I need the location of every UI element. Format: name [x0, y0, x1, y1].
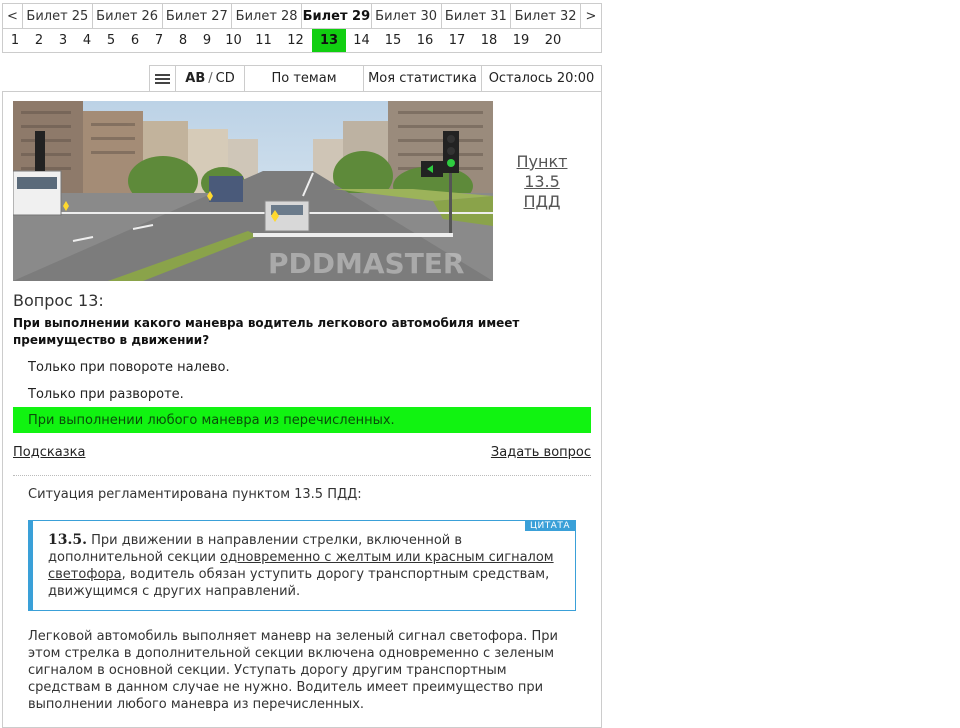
question-number[interactable]: 7	[147, 29, 171, 52]
ticket-tab[interactable]: Билет 28	[232, 4, 302, 28]
ticket-tab[interactable]: Билет 31	[442, 4, 512, 28]
ticket-tab[interactable]: Билет 27	[163, 4, 233, 28]
ticket-tab[interactable]: Билет 25	[23, 4, 93, 28]
question-number[interactable]: 17	[441, 29, 473, 52]
category-separator: /	[208, 71, 213, 86]
hamburger-icon	[155, 72, 170, 86]
ask-question-link[interactable]: Задать вопрос	[491, 445, 591, 460]
question-number[interactable]: 9	[195, 29, 219, 52]
rule-quote: ЦИТАТА 13.5. При движении в направлении …	[28, 520, 576, 611]
next-ticket-button[interactable]: >	[581, 4, 601, 28]
toolbar: AB / CD По темам Моя статистика Осталось…	[149, 65, 602, 92]
rule-link-line[interactable]: 13.5	[503, 172, 581, 192]
quote-number: 13.5.	[48, 532, 87, 548]
rule-link-line[interactable]: ПДД	[503, 192, 581, 212]
menu-button[interactable]	[150, 66, 176, 91]
question-number[interactable]: 2	[27, 29, 51, 52]
question-number[interactable]: 10	[219, 29, 248, 52]
question-number[interactable]: 11	[248, 29, 279, 52]
question-number-current[interactable]: 13	[312, 29, 346, 52]
question-number[interactable]: 15	[377, 29, 409, 52]
answer-option[interactable]: Только при повороте налево.	[13, 354, 591, 380]
time-left: Осталось 20:00	[488, 71, 595, 86]
category-cd[interactable]: CD	[216, 71, 235, 86]
prev-ticket-button[interactable]: <	[3, 4, 23, 28]
image-watermark: PDDMASTER	[268, 247, 465, 280]
answer-option-correct[interactable]: При выполнении любого маневра из перечис…	[13, 407, 591, 433]
question-number[interactable]: 8	[171, 29, 195, 52]
statistics-button[interactable]: Моя статистика	[364, 66, 482, 91]
explanation-body: Легковой автомобиль выполняет маневр на …	[28, 629, 558, 712]
question-number[interactable]: 4	[75, 29, 99, 52]
ticket-tab-active[interactable]: Билет 29	[302, 4, 372, 28]
divider	[13, 475, 591, 476]
ticket-tab[interactable]: Билет 30	[372, 4, 442, 28]
topics-button[interactable]: По темам	[245, 66, 364, 91]
question-number[interactable]: 6	[123, 29, 147, 52]
question-number[interactable]: 20	[537, 29, 569, 52]
question-number[interactable]: 18	[473, 29, 505, 52]
question-title: Вопрос 13:	[13, 291, 104, 310]
explanation-intro: Ситуация регламентирована пунктом 13.5 П…	[28, 487, 362, 502]
question-number[interactable]: 12	[279, 29, 312, 52]
quote-tag: ЦИТАТА	[524, 521, 575, 531]
question-panel: PDDMASTER Пункт 13.5 ПДД Вопрос 13: При …	[2, 91, 602, 728]
question-image: PDDMASTER	[13, 101, 493, 281]
ticket-nav: < Билет 25 Билет 26 Билет 27 Билет 28 Би…	[2, 3, 602, 29]
category-switch[interactable]: AB / CD	[176, 66, 245, 91]
answer-option[interactable]: Только при развороте.	[13, 381, 591, 407]
question-number[interactable]: 5	[99, 29, 123, 52]
rule-link-line[interactable]: Пункт	[503, 152, 581, 172]
question-number[interactable]: 3	[51, 29, 75, 52]
question-number[interactable]: 16	[409, 29, 441, 52]
quote-text-end: , водитель обязан уступить дорогу трансп…	[48, 567, 550, 599]
ticket-tab[interactable]: Билет 32	[511, 4, 581, 28]
question-number[interactable]: 1	[3, 29, 27, 52]
question-text: При выполнении какого маневра водитель л…	[13, 316, 520, 347]
category-ab[interactable]: AB	[185, 71, 205, 86]
question-number-nav: 1 2 3 4 5 6 7 8 9 10 11 12 13 14 15 16 17 18 19 20	[2, 28, 602, 53]
hint-link[interactable]: Подсказка	[13, 445, 85, 460]
question-number[interactable]: 14	[346, 29, 377, 52]
question-number[interactable]: 19	[505, 29, 537, 52]
rule-link[interactable]: Пункт 13.5 ПДД	[503, 152, 581, 212]
ticket-tab[interactable]: Билет 26	[93, 4, 163, 28]
